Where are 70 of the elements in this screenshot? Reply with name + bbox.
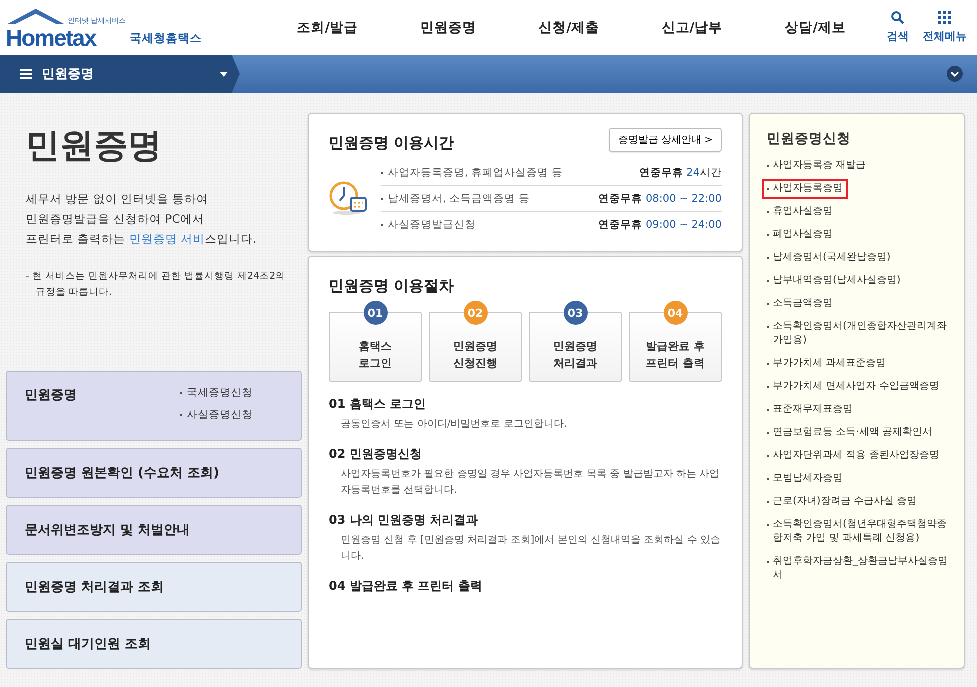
certificate-link[interactable]: 소득확인증명서(청년우대형주택청약종합저축 가입 및 과세특례 신청용) <box>762 515 954 549</box>
main-menu-item[interactable]: 신청/제출 <box>538 18 600 36</box>
main-menu-item[interactable]: 민원증명 <box>420 18 476 36</box>
main-menu-item[interactable]: 조회/발급 <box>297 18 358 36</box>
breadcrumb-menu[interactable]: 민원증명 <box>0 55 240 93</box>
side-menu-button[interactable]: 민원실 대기인원 조회 <box>6 619 302 669</box>
certificate-link[interactable]: 소득확인증명서(개인종합자산관리계좌 가입용) <box>762 317 954 351</box>
step-label: 홈택스 로그인 <box>359 339 392 372</box>
step-title: 02 민원증명신청 <box>329 446 423 463</box>
certificate-link[interactable]: 납부내역증명(납세사실증명) <box>762 271 954 291</box>
step-title: 04 발급완료 후 프린터 출력 <box>329 578 484 595</box>
logo-name[interactable]: 국세청홈택스 <box>130 30 202 46</box>
service-label: 사실증명발급신청 <box>381 218 476 232</box>
sub-menu-link[interactable]: 사실증명신청 <box>180 408 253 422</box>
step-title: 03 나의 민원증명 처리결과 <box>329 512 480 529</box>
page-title: 민원증명 <box>26 125 163 168</box>
card-title: 민원증명 이용절차 <box>329 277 456 296</box>
certificate-link[interactable]: 사업자단위과세 적용 종된사업장증명 <box>762 446 954 466</box>
step-description: 사업자등록번호가 필요한 증명일 경우 사업자등록번호 목록 중 발급받고자 하는 사업자등록번호를 선택합니다. <box>341 468 721 498</box>
step-label: 발급완료 후 프린터 출력 <box>646 339 705 372</box>
service-link[interactable]: 민원증명 서비 <box>129 232 205 246</box>
logo-wordmark[interactable]: Hometax <box>6 26 96 50</box>
caret-icon <box>220 72 228 76</box>
card-title: 민원증명 이용시간 <box>329 134 454 153</box>
service-label: 납세증명서, 소득금액증명 등 <box>381 192 530 206</box>
step-number: 02 <box>464 301 488 325</box>
step-title: 01 홈택스 로그인 <box>329 396 428 413</box>
certificate-link[interactable]: 부가가치세 과세표준증명 <box>762 354 954 374</box>
main-menu-item[interactable]: 신고/납부 <box>662 18 723 36</box>
service-hours: 연중무휴 08:00 ~ 22:00 <box>598 192 722 206</box>
expand-icon[interactable] <box>947 66 963 82</box>
side-menu-button[interactable]: 민원증명 국세증명신청 사실증명신청 <box>6 371 302 441</box>
service-label: 사업자등록증명, 휴폐업사실증명 등 <box>381 166 564 180</box>
side-menu-button[interactable]: 문서위변조방지 및 처벌안내 <box>6 505 302 555</box>
certificate-link[interactable]: 휴업사실증명 <box>762 202 954 222</box>
certificate-link[interactable]: 근로(자녀)장려금 수급사실 증명 <box>762 492 954 512</box>
menu-icon <box>20 69 32 79</box>
certificate-link[interactable]: 소득금액증명 <box>762 294 954 314</box>
main-menu-item[interactable]: 상담/제보 <box>784 18 846 36</box>
step-number: 01 <box>364 301 388 325</box>
step-description: 공동인증서 또는 아이디/비밀번호로 로그인합니다. <box>341 418 568 432</box>
certificate-link[interactable]: 표준재무제표증명 <box>762 400 954 420</box>
service-hours: 연중무휴 09:00 ~ 24:00 <box>598 218 722 232</box>
certificate-link[interactable]: 사업자등록증명 <box>762 179 848 199</box>
certificate-link[interactable]: 연금보험료등 소득·세액 공제확인서 <box>762 423 954 443</box>
detail-guide-button[interactable]: 증명발급 상세안내 > <box>609 128 722 152</box>
step-label: 민원증명 신청진행 <box>454 339 498 372</box>
service-hours: 연중무휴 24시간 <box>639 166 722 180</box>
grid-menu-icon <box>938 11 952 25</box>
search-icon <box>891 11 905 25</box>
certificate-link[interactable]: 취업후학자금상환_상환금납부사실증명서 <box>762 552 954 586</box>
step-description: 민원증명 신청 후 [민원증명 처리결과 조회]에서 본인의 신청내역을 조회하실 수 있습니다. <box>341 534 722 564</box>
breadcrumb-label: 민원증명 <box>42 66 95 83</box>
intro-text: 세무서 방문 없이 인터넷을 통하여 민원증명발급을 신청하여 PC에서 프린터로 출력하는 민원증명 서비 스입니다. <box>26 191 258 248</box>
certificate-link[interactable]: 사업자등록증 재발급 <box>762 156 954 176</box>
legal-note: - 현 서비스는 민원사무처리에 관한 법률시행령 제24조2의 규정을 따릅니다. <box>26 270 287 300</box>
certificate-link[interactable]: 폐업사실증명 <box>762 225 954 245</box>
clock-calendar-icon <box>329 180 369 216</box>
step-number: 03 <box>564 301 588 325</box>
search-button[interactable]: 검색 <box>887 11 909 44</box>
step-label: 민원증명 처리결과 <box>554 339 598 372</box>
all-menu-button[interactable]: 전체메뉴 <box>923 11 967 44</box>
certificate-link[interactable]: 모범납세자증명 <box>762 469 954 489</box>
side-menu-button[interactable]: 민원증명 원본확인 (수요처 조회) <box>6 448 302 498</box>
certificate-link[interactable]: 납세증명서(국세완납증명) <box>762 248 954 268</box>
side-menu-button[interactable]: 민원증명 처리결과 조회 <box>6 562 302 612</box>
panel-title: 민원증명신청 <box>767 130 852 148</box>
sub-menu-link[interactable]: 국세증명신청 <box>180 386 253 400</box>
certificate-link[interactable]: 부가가치세 면세사업자 수입금액증명 <box>762 377 954 397</box>
step-number: 04 <box>664 301 688 325</box>
